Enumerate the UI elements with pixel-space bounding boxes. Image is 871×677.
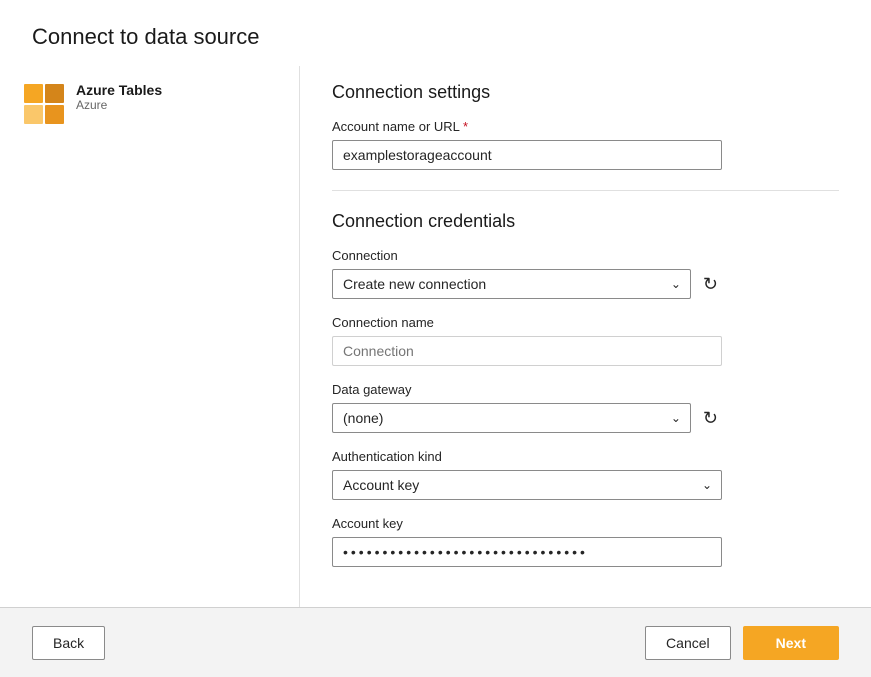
auth-kind-select[interactable]: Account key — [332, 470, 722, 500]
connection-name-label: Connection name — [332, 315, 839, 330]
next-button[interactable]: Next — [743, 626, 839, 660]
connection-settings-section: Connection settings Account name or URL … — [332, 82, 839, 170]
account-name-label: Account name or URL * — [332, 119, 839, 134]
auth-kind-dropdown-wrapper: Account key ⌄ — [332, 470, 722, 500]
page-title: Connect to data source — [0, 0, 871, 66]
data-gateway-dropdown-row: (none) ⌄ ↻ — [332, 403, 722, 433]
connection-credentials-section: Connection credentials Connection Create… — [332, 211, 839, 567]
data-gateway-select[interactable]: (none) — [332, 403, 691, 433]
account-key-input[interactable] — [332, 537, 722, 567]
auth-kind-field-group: Authentication kind Account key ⌄ — [332, 449, 839, 500]
icon-cell-bl — [24, 105, 43, 124]
connection-name-input[interactable] — [332, 336, 722, 366]
data-gateway-label: Data gateway — [332, 382, 839, 397]
connector-icon — [24, 84, 64, 124]
data-gateway-field-group: Data gateway (none) ⌄ ↻ — [332, 382, 839, 433]
account-key-field-group: Account key — [332, 516, 839, 567]
connection-refresh-button[interactable]: ↻ — [699, 270, 722, 299]
footer-left: Back — [32, 626, 105, 660]
connection-name-field-group: Connection name — [332, 315, 839, 366]
icon-cell-tr — [45, 84, 64, 103]
auth-kind-dropdown-row: Account key ⌄ — [332, 470, 722, 500]
main-content: Azure Tables Azure Connection settings A… — [0, 66, 871, 607]
left-panel: Azure Tables Azure — [0, 66, 300, 607]
connection-field-group: Connection Create new connection ⌄ ↻ — [332, 248, 839, 299]
connector-name: Azure Tables — [76, 82, 162, 98]
footer: Back Cancel Next — [0, 607, 871, 677]
connection-label: Connection — [332, 248, 839, 263]
connector-subtitle: Azure — [76, 98, 162, 112]
back-button[interactable]: Back — [32, 626, 105, 660]
data-gateway-dropdown-wrapper: (none) ⌄ — [332, 403, 691, 433]
auth-kind-label: Authentication kind — [332, 449, 839, 464]
data-gateway-refresh-button[interactable]: ↻ — [699, 404, 722, 433]
account-name-input[interactable] — [332, 140, 722, 170]
connection-dropdown-row: Create new connection ⌄ ↻ — [332, 269, 722, 299]
footer-right: Cancel Next — [645, 626, 839, 660]
icon-cell-tl — [24, 84, 43, 103]
account-key-label: Account key — [332, 516, 839, 531]
section-divider — [332, 190, 839, 191]
connection-dropdown-wrapper: Create new connection ⌄ — [332, 269, 691, 299]
connection-credentials-title: Connection credentials — [332, 211, 839, 232]
connection-settings-title: Connection settings — [332, 82, 839, 103]
right-panel: Connection settings Account name or URL … — [300, 66, 871, 607]
cancel-button[interactable]: Cancel — [645, 626, 731, 660]
account-name-field-group: Account name or URL * — [332, 119, 839, 170]
icon-cell-br — [45, 105, 64, 124]
connection-select[interactable]: Create new connection — [332, 269, 691, 299]
connector-info: Azure Tables Azure — [76, 82, 162, 112]
required-asterisk: * — [463, 119, 468, 134]
